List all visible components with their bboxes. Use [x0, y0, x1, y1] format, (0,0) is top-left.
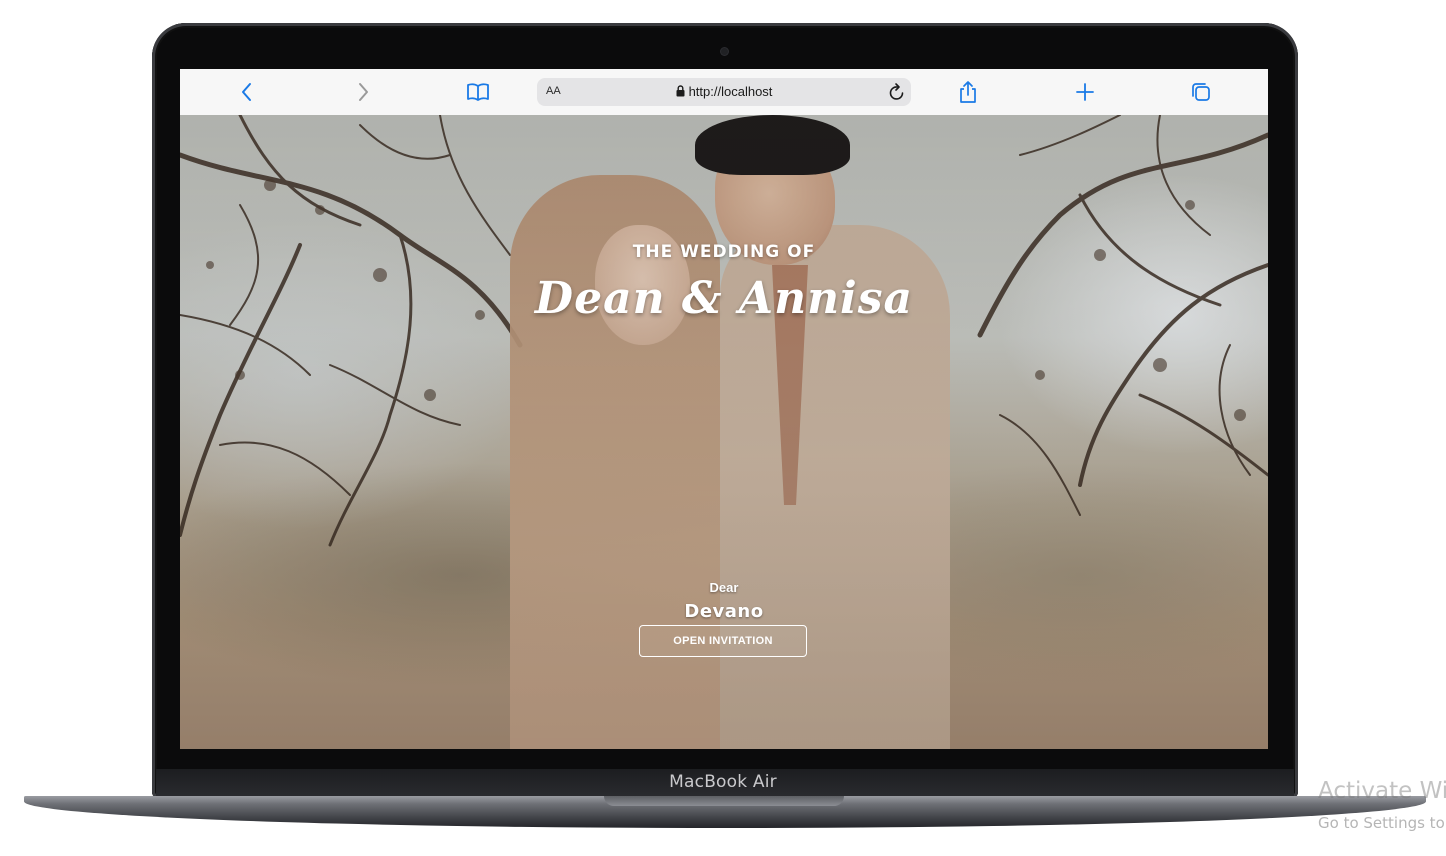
couple-names: Dean & Annisa	[534, 273, 914, 324]
laptop-notch	[604, 796, 844, 806]
url-display[interactable]: http://localhost	[537, 84, 911, 100]
chevron-right-icon[interactable]	[351, 80, 375, 104]
camera-icon	[721, 48, 728, 55]
reload-icon[interactable]	[887, 81, 907, 108]
chevron-left-icon[interactable]	[235, 80, 259, 104]
url-text: http://localhost	[688, 84, 773, 99]
device-label: MacBook Air	[669, 772, 777, 792]
activation-watermark-subtitle: Go to Settings to	[1318, 814, 1445, 832]
activation-watermark-title: Activate Wi	[1318, 778, 1446, 804]
wedding-subtitle: THE WEDDING OF	[632, 242, 816, 262]
page: AA http://localhost THE WEDDING OF Dean …	[0, 0, 1446, 856]
lock-icon	[676, 85, 685, 100]
hero-section: THE WEDDING OF Dean & Annisa Dear Devano…	[180, 115, 1268, 749]
browser-toolbar: AA http://localhost	[180, 69, 1268, 116]
address-bar[interactable]: AA http://localhost	[537, 78, 911, 106]
greeting-text: Dear	[709, 580, 739, 595]
book-icon[interactable]	[466, 80, 490, 104]
guest-name: Devano	[684, 601, 764, 622]
open-invitation-button[interactable]: OPEN INVITATION	[639, 625, 807, 657]
tabs-icon[interactable]	[1189, 80, 1213, 104]
share-icon[interactable]	[956, 80, 980, 104]
browser-screen: AA http://localhost THE WEDDING OF Dean …	[180, 69, 1268, 749]
plus-icon[interactable]	[1073, 80, 1097, 104]
